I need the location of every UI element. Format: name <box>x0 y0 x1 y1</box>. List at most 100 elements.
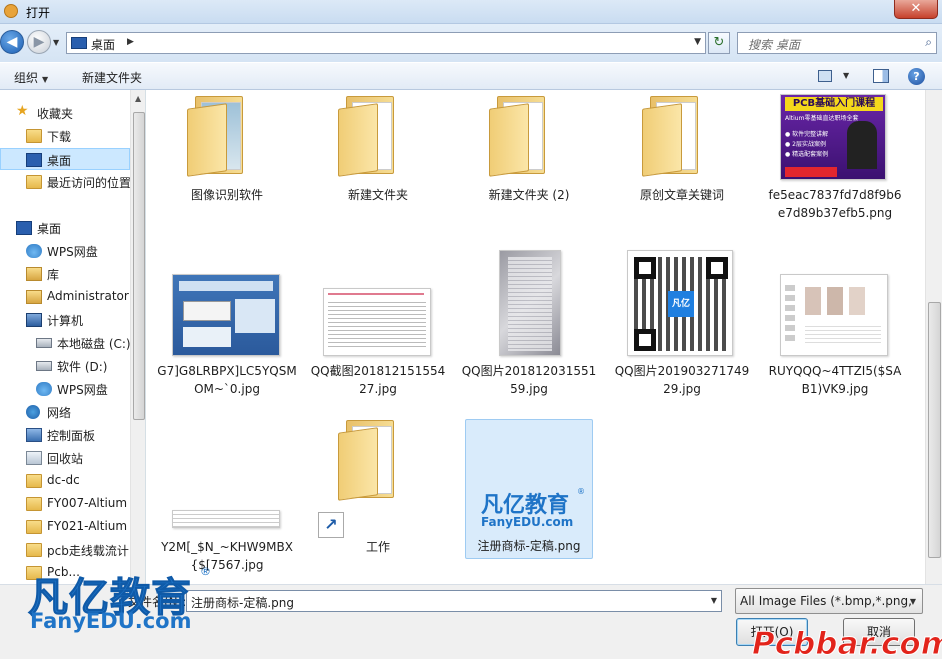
search-placeholder: 搜索 桌面 <box>748 38 800 52</box>
brand-logo-thumbnail: 凡亿教育 ® FanyEDU.com <box>477 487 589 533</box>
sidebar-item-drive-d[interactable]: 软件 (D:) <box>0 355 130 377</box>
shortcut-arrow-icon: ↗ <box>318 512 344 538</box>
image-thumbnail <box>172 274 280 356</box>
change-view-icon[interactable] <box>818 70 832 82</box>
sidebar-item-dc-dc[interactable]: dc-dc <box>0 470 130 492</box>
sidebar-item-desktop-favorite[interactable]: 桌面 <box>0 148 130 170</box>
chevron-down-icon: ▼ <box>42 75 49 84</box>
file-name: RUYQQQ~4TTZI5($SAB1)VK9.jpg <box>768 364 902 396</box>
view-options-dropdown-icon[interactable]: ▼ <box>843 71 849 80</box>
drive-icon <box>36 338 52 348</box>
title-bar: 打开 ✕ <box>0 0 942 24</box>
folder-icon <box>26 520 42 534</box>
sidebar-label: WPS网盘 <box>57 383 108 397</box>
address-bar[interactable]: 桌面 ▶ ▼ <box>66 32 706 54</box>
sidebar-label: 回收站 <box>47 452 84 466</box>
refresh-button[interactable]: ↻ <box>708 32 730 54</box>
cloud-icon <box>36 382 52 396</box>
sidebar-label: 本地磁盘 (C:) <box>57 337 130 351</box>
help-icon[interactable]: ? <box>908 68 925 85</box>
sidebar-item-recycle-bin[interactable]: 回收站 <box>0 447 130 469</box>
thumbnail-title: PCB基础入门课程 <box>785 97 883 111</box>
file-name: G7]G8LRBPX]LC5YQSMOM~`0.jpg <box>157 364 297 396</box>
sidebar-label: 下载 <box>47 130 72 144</box>
file-name: QQ图片20181203155159.jpg <box>461 364 597 396</box>
folder-icon <box>26 474 42 488</box>
address-dropdown-icon[interactable]: ▼ <box>694 37 701 47</box>
window-title: 打开 <box>26 6 51 20</box>
watermark-registered-mark: ® <box>200 565 211 578</box>
search-box[interactable]: 搜索 桌面 ⌕ <box>737 32 937 54</box>
scroll-up-icon[interactable]: ▲ <box>135 94 141 103</box>
app-icon <box>4 4 18 18</box>
navigation-bar: ◀ ▶ ▼ 桌面 ▶ ▼ ↻ 搜索 桌面 ⌕ <box>0 24 942 62</box>
watermark-logo-en: FanyEDU.com <box>30 609 192 633</box>
file-name: fe5eac7837fd7d8f9b6e7d89b37efb5.png <box>768 188 902 220</box>
sidebar-item-downloads[interactable]: 下载 <box>0 125 130 147</box>
star-icon: ★ <box>16 103 29 119</box>
close-button[interactable]: ✕ <box>894 0 938 19</box>
sidebar-item-network[interactable]: 网络 <box>0 401 130 423</box>
network-icon <box>26 405 40 419</box>
control-panel-icon <box>26 428 42 442</box>
file-list-scrollbar[interactable] <box>925 90 942 584</box>
sidebar-item-administrator[interactable]: Administrator <box>0 286 130 308</box>
sidebar-label: FY007-Altium 6 <box>47 496 130 510</box>
sidebar-item-wps-cloud-2[interactable]: WPS网盘 <box>0 378 130 400</box>
drive-icon <box>36 361 52 371</box>
sidebar-label: 库 <box>47 268 60 282</box>
back-button[interactable]: ◀ <box>0 30 24 54</box>
desktop-icon <box>26 153 42 167</box>
scrollbar-thumb[interactable] <box>928 302 941 558</box>
folder-icon <box>642 96 702 177</box>
toolbar: 组织 ▼ 新建文件夹 ▼ ? <box>0 62 942 90</box>
breadcrumb-desktop[interactable]: 桌面 <box>91 36 115 53</box>
sidebar-item-desktop[interactable]: 桌面 <box>0 217 130 239</box>
image-thumbnail: PCB基础入门课程 Altium零基础直达职场全套 ● 软件完整讲解 ● 2层实… <box>780 94 886 180</box>
file-type-select[interactable]: All Image Files (*.bmp,*.png, ▼ <box>735 588 923 614</box>
chevron-down-icon[interactable]: ▼ <box>711 596 717 605</box>
sidebar-scrollbar[interactable]: ▲ <box>130 90 145 584</box>
sidebar-label: Administrator <box>47 289 129 303</box>
file-name: QQ图片20190327174929.jpg <box>614 364 750 396</box>
sidebar-item-computer[interactable]: 计算机 <box>0 309 130 331</box>
sidebar-item-pcb-current[interactable]: pcb走线载流计 <box>0 539 130 561</box>
thumbnail-person <box>847 121 877 169</box>
preview-pane-icon[interactable] <box>873 69 889 83</box>
file-name: 原创文章关键词 <box>639 188 724 202</box>
library-icon <box>26 267 42 281</box>
file-name: QQ截图20181215155427.jpg <box>310 364 446 396</box>
qr-logo: 凡亿 <box>668 291 694 317</box>
sidebar-label: 最近访问的位置 <box>47 176 130 190</box>
new-folder-button[interactable]: 新建文件夹 <box>82 69 142 86</box>
sidebar-item-fy021[interactable]: FY021-Altium 1 <box>0 516 130 538</box>
breadcrumb-chevron-icon[interactable]: ▶ <box>127 37 134 47</box>
sidebar-label: 网络 <box>47 406 72 420</box>
thumbnail-banner <box>785 167 837 177</box>
sidebar-item-drive-c[interactable]: 本地磁盘 (C:) <box>0 332 130 354</box>
image-thumbnail <box>323 288 431 356</box>
scrollbar-thumb[interactable] <box>133 112 145 420</box>
cloud-icon <box>26 244 42 258</box>
sidebar-item-favorites[interactable]: ★ 收藏夹 <box>0 102 130 124</box>
recent-pages-dropdown-icon[interactable]: ▼ <box>53 38 63 48</box>
downloads-folder-icon <box>26 129 42 143</box>
folder-icon <box>187 96 247 177</box>
organize-menu[interactable]: 组织 ▼ <box>14 69 48 86</box>
search-icon[interactable]: ⌕ <box>925 35 932 50</box>
forward-button[interactable]: ▶ <box>27 30 51 54</box>
pcbbar-watermark: Pcbbar.com <box>751 626 942 659</box>
filename-input[interactable]: 注册商标-定稿.png ▼ <box>186 590 722 612</box>
sidebar-item-wps-cloud[interactable]: WPS网盘 <box>0 240 130 262</box>
sidebar-item-fy007[interactable]: FY007-Altium 6 <box>0 493 130 515</box>
close-icon: ✕ <box>910 1 922 16</box>
file-name: 图像识别软件 <box>190 188 263 202</box>
chevron-down-icon: ▼ <box>909 597 916 606</box>
folder-icon <box>338 96 398 177</box>
sidebar-item-control-panel[interactable]: 控制面板 <box>0 424 130 446</box>
image-thumbnail <box>172 510 280 528</box>
sidebar-item-recent-places[interactable]: 最近访问的位置 <box>0 171 130 193</box>
back-arrow-icon: ◀ <box>6 34 18 50</box>
forward-arrow-icon: ▶ <box>33 34 45 50</box>
sidebar-item-library[interactable]: 库 <box>0 263 130 285</box>
